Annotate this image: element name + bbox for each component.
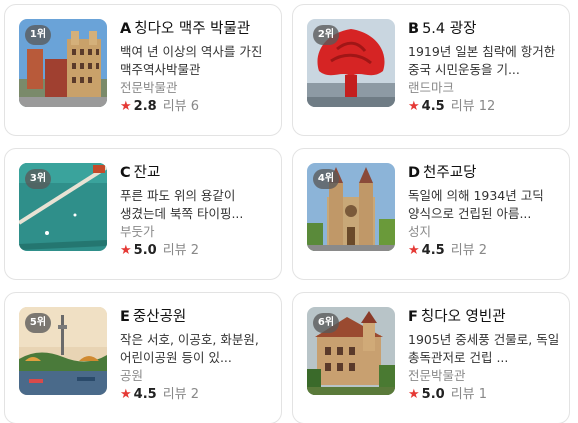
place-title[interactable]: B 5.4 광장	[408, 19, 561, 39]
rank-badge: 4위	[313, 169, 339, 189]
place-category: 전문박물관	[408, 368, 466, 383]
place-title[interactable]: D 천주교당	[408, 163, 561, 183]
place-card-e[interactable]: 5위 E 중산공원 작은 서호, 이공호, 화분원, 어린이공원 등이 있... …	[4, 292, 282, 423]
place-letter: D	[408, 165, 421, 181]
place-letter: E	[120, 309, 130, 325]
place-rating: ★ 2.8 리뷰 6	[120, 98, 273, 116]
place-rating: ★ 5.0 리뷰 2	[120, 242, 273, 260]
place-rating: ★ 4.5 리뷰 12	[408, 98, 561, 116]
rank-badge: 6위	[313, 313, 339, 333]
star-icon: ★	[408, 387, 420, 402]
rating-score: 5.0	[133, 243, 157, 258]
place-name: 잔교	[133, 165, 161, 181]
review-count: 리뷰 12	[450, 99, 496, 114]
place-letter: F	[408, 309, 418, 325]
rank-badge: 2위	[313, 25, 339, 45]
place-card-b[interactable]: 2위 B 5.4 광장 1919년 일본 침략에 항거한 중국 시민운동을 기..…	[292, 4, 570, 136]
rank-badge: 1위	[25, 25, 51, 45]
place-category: 공원	[120, 368, 144, 383]
place-photo-guesthouse: 6위	[307, 307, 395, 395]
place-name: 중산공원	[132, 309, 187, 325]
place-name: 칭다오 맥주 박물관	[134, 21, 251, 37]
place-rating: ★ 4.5 리뷰 2	[120, 386, 273, 404]
place-photo-cathedral: 4위	[307, 163, 395, 251]
place-description: 푸른 파도 위의 용같이 생겼는데 북쪽 타이핑...	[120, 188, 244, 221]
place-name: 5.4 광장	[422, 21, 477, 37]
rating-score: 4.5	[421, 243, 445, 258]
place-category: 성지	[408, 224, 432, 239]
place-description: 백여 년 이상의 역사를 가진 맥주역사박물관	[120, 44, 263, 77]
place-description: 1905년 중세풍 건물로, 독일 총독관저로 건립 ...	[408, 332, 560, 365]
rating-score: 2.8	[133, 99, 157, 114]
place-category: 전문박물관	[120, 80, 178, 95]
star-icon: ★	[408, 243, 420, 258]
place-title[interactable]: C 잔교	[120, 163, 273, 183]
place-card-f[interactable]: 6위 F 칭다오 영빈관 1905년 중세풍 건물로, 독일 총독관저로 건립 .…	[292, 292, 570, 423]
place-name: 칭다오 영빈관	[420, 309, 506, 325]
place-card-c[interactable]: 3위 C 잔교 푸른 파도 위의 용같이 생겼는데 북쪽 타이핑... 부둣가 ★…	[4, 148, 282, 280]
place-card-a[interactable]: 1위 A 칭다오 맥주 박물관 백여 년 이상의 역사를 가진 맥주역사박물관 전…	[4, 4, 282, 136]
place-photo-park-tower: 5위	[19, 307, 107, 395]
star-icon: ★	[408, 99, 420, 114]
place-rating: ★ 4.5 리뷰 2	[408, 242, 561, 260]
place-letter: C	[120, 165, 131, 181]
star-icon: ★	[120, 99, 132, 114]
review-count: 리뷰 2	[162, 243, 200, 258]
place-photo-pier: 3위	[19, 163, 107, 251]
star-icon: ★	[120, 243, 132, 258]
rating-score: 4.5	[421, 99, 445, 114]
place-title[interactable]: A 칭다오 맥주 박물관	[120, 19, 273, 39]
place-card-d[interactable]: 4위 D 천주교당 독일에 의해 1934년 고딕 양식으로 건립된 아름... …	[292, 148, 570, 280]
place-rating: ★ 5.0 리뷰 1	[408, 386, 561, 404]
place-name: 천주교당	[423, 165, 477, 181]
place-description: 작은 서호, 이공호, 화분원, 어린이공원 등이 있...	[120, 332, 259, 365]
place-letter: B	[408, 21, 420, 37]
place-letter: A	[120, 21, 132, 37]
place-title[interactable]: F 칭다오 영빈관	[408, 307, 561, 327]
rank-badge: 3위	[25, 169, 51, 189]
rank-badge: 5위	[25, 313, 51, 333]
rating-score: 4.5	[133, 387, 157, 402]
review-count: 리뷰 6	[162, 99, 200, 114]
place-category: 랜드마크	[408, 80, 455, 95]
place-photo-beer-museum: 1위	[19, 19, 107, 107]
review-count: 리뷰 2	[162, 387, 200, 402]
rating-score: 5.0	[421, 387, 445, 402]
place-description: 1919년 일본 침략에 항거한 중국 시민운동을 기...	[408, 44, 556, 77]
place-photo-may-fourth-square: 2위	[307, 19, 395, 107]
place-title[interactable]: E 중산공원	[120, 307, 273, 327]
review-count: 리뷰 2	[450, 243, 488, 258]
place-description: 독일에 의해 1934년 고딕 양식으로 건립된 아름...	[408, 188, 544, 221]
review-count: 리뷰 1	[450, 387, 488, 402]
star-icon: ★	[120, 387, 132, 402]
place-category: 부둣가	[120, 224, 155, 239]
